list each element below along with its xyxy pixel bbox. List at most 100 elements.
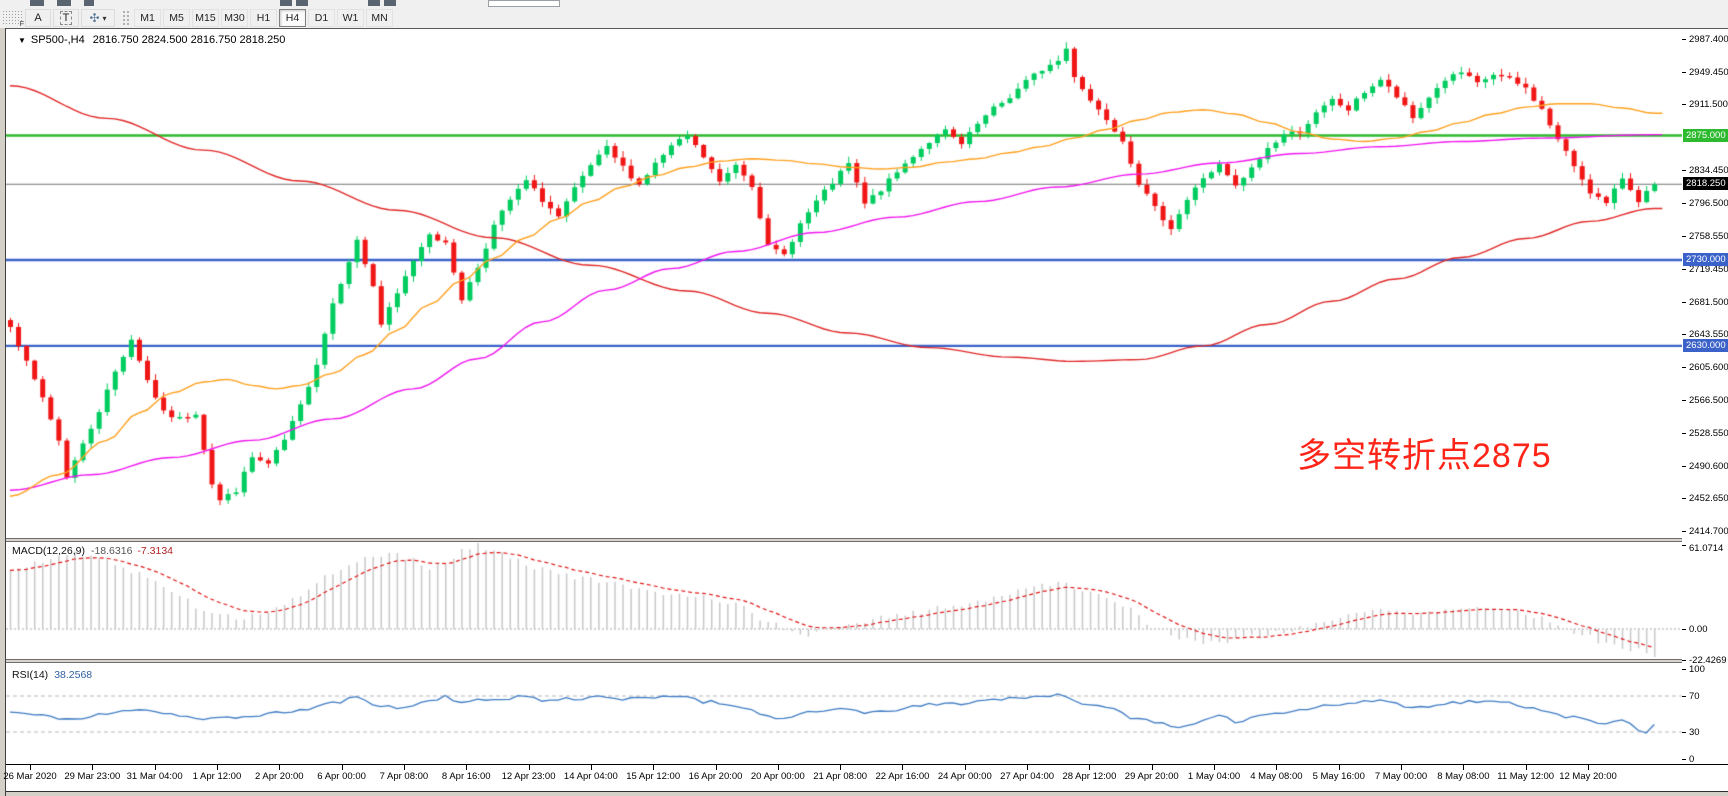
arrows-tool-button[interactable]: ✣ ▾: [81, 9, 115, 27]
axis-tick-label: 61.0714: [1689, 543, 1723, 554]
time-axis-line: [6, 764, 1728, 765]
axis-tick: [1682, 696, 1686, 697]
chart-toolbar: F A T ✣ ▾ M1M5M15M30H1H4D1W1MN: [0, 8, 1728, 28]
axis-tick: [1682, 759, 1686, 760]
timeframe-button-d1[interactable]: D1: [308, 9, 335, 27]
axis-tick: [1682, 236, 1686, 237]
timeframe-button-m1[interactable]: M1: [134, 9, 161, 27]
time-axis-tick: [1526, 765, 1527, 770]
time-axis-label: 2 Apr 20:00: [255, 771, 304, 782]
font-tool-button[interactable]: A: [25, 9, 51, 27]
clipped-icon: [368, 0, 380, 6]
time-axis-tick: [279, 765, 280, 770]
price-level-label: 2875.000: [1683, 129, 1728, 142]
time-axis-label: 5 May 16:00: [1313, 771, 1365, 782]
axis-tick-label: 2949.450: [1689, 67, 1728, 78]
time-axis-tick: [653, 765, 654, 770]
axis-tick: [1682, 104, 1686, 105]
time-axis-label: 27 Apr 04:00: [1000, 771, 1054, 782]
time-axis-tick: [1588, 765, 1589, 770]
timeframe-button-mn[interactable]: MN: [366, 9, 393, 27]
axis-tick: [1682, 203, 1686, 204]
price-level-label: 2730.000: [1683, 253, 1728, 266]
axis-tick-label: 2987.400: [1689, 34, 1728, 45]
time-axis-label: 7 Apr 08:00: [380, 771, 429, 782]
timeframe-button-m30[interactable]: M30: [221, 9, 248, 27]
trading-terminal-window: F A T ✣ ▾ M1M5M15M30H1H4D1W1MN ▼ SP500-,…: [0, 0, 1728, 796]
clipped-icon: [30, 0, 44, 6]
timeframe-button-group: M1M5M15M30H1H4D1W1MN: [133, 9, 394, 27]
time-axis-label: 7 May 00:00: [1375, 771, 1427, 782]
time-axis-label: 12 May 20:00: [1559, 771, 1617, 782]
time-axis-label: 11 May 12:00: [1497, 771, 1554, 782]
axis-tick: [1682, 732, 1686, 733]
axis-tick: [1682, 498, 1686, 499]
axis-tick-label: 2796.500: [1689, 198, 1728, 209]
axis-tick-label: 2911.500: [1689, 99, 1728, 110]
axis-tick-label: 2605.600: [1689, 362, 1728, 373]
time-axis-tick: [1089, 765, 1090, 770]
time-axis-tick: [965, 765, 966, 770]
time-axis-label: 29 Mar 23:00: [64, 771, 120, 782]
axis-tick-label: 100: [1689, 664, 1705, 675]
time-axis-tick: [1152, 765, 1153, 770]
text-label-tool-button[interactable]: T: [53, 9, 79, 27]
time-axis-tick: [1027, 765, 1028, 770]
time-axis-label: 14 Apr 04:00: [564, 771, 618, 782]
time-axis-tick: [342, 765, 343, 770]
clipped-icon: [296, 0, 308, 6]
axis-tick: [1682, 367, 1686, 368]
timeframe-button-w1[interactable]: W1: [337, 9, 364, 27]
chart-window: ▼ SP500-,H4 2816.750 2824.500 2816.750 2…: [6, 28, 1728, 796]
axis-tick-label: 2566.500: [1689, 395, 1728, 406]
pane-separator-rsi[interactable]: [6, 659, 1728, 663]
time-axis-label: 15 Apr 12:00: [626, 771, 680, 782]
pane-separator-macd[interactable]: [6, 538, 1728, 542]
time-axis-tick: [529, 765, 530, 770]
time-axis-tick: [1463, 765, 1464, 770]
price-level-label: 2630.000: [1683, 339, 1728, 352]
axis-tick: [1682, 334, 1686, 335]
axis-tick: [1682, 170, 1686, 171]
axis-tick-label: 2834.450: [1689, 165, 1728, 176]
axis-tick-label: 30: [1689, 727, 1700, 738]
time-axis-tick: [155, 765, 156, 770]
chart-title: ▼ SP500-,H4 2816.750 2824.500 2816.750 2…: [18, 34, 285, 46]
axis-tick-label: 70: [1689, 691, 1700, 702]
window-bottom-frame: [6, 792, 1728, 796]
timeframe-button-h4[interactable]: H4: [279, 9, 306, 27]
axis-tick-label: 2528.550: [1689, 428, 1728, 439]
axis-tick: [1682, 531, 1686, 532]
macd-signal-value: -7.3134: [137, 545, 173, 557]
timeframe-button-m15[interactable]: M15: [192, 9, 219, 27]
clipped-toolbar-row: [0, 0, 1728, 8]
time-axis-tick: [778, 765, 779, 770]
timeframe-button-h1[interactable]: H1: [250, 9, 277, 27]
text-label-icon: T: [60, 11, 73, 25]
price-axis-scale[interactable]: 2987.400 2949.450 2911.500 2834.450 2796.500…: [1682, 31, 1728, 764]
time-axis-label: 16 Apr 20:00: [689, 771, 743, 782]
clipped-icon: [384, 0, 396, 6]
time-axis-label: 20 Apr 00:00: [751, 771, 805, 782]
timeframe-button-m5[interactable]: M5: [163, 9, 190, 27]
time-axis-label: 28 Apr 12:00: [1062, 771, 1116, 782]
chart-text-annotation[interactable]: 多空转折点2875: [1297, 428, 1552, 477]
symbol-period-label: SP500-,H4: [31, 34, 85, 46]
time-axis-label: 21 Apr 08:00: [813, 771, 867, 782]
time-axis-label: 29 Apr 20:00: [1125, 771, 1179, 782]
time-axis-tick: [217, 765, 218, 770]
time-axis-tick: [716, 765, 717, 770]
time-axis-label: 31 Mar 04:00: [127, 771, 183, 782]
time-axis-tick: [591, 765, 592, 770]
toolbar-drag-handle[interactable]: F: [2, 10, 24, 26]
time-axis-label: 22 Apr 16:00: [876, 771, 930, 782]
clipped-dropdown: [488, 0, 560, 7]
axis-tick: [1682, 433, 1686, 434]
time-axis-label: 26 Mar 2020: [3, 771, 56, 782]
axis-tick: [1682, 660, 1686, 661]
axis-tick: [1682, 400, 1686, 401]
price-chart-canvas[interactable]: [6, 31, 1682, 764]
axis-tick: [1682, 72, 1686, 73]
collapse-icon[interactable]: ▼: [18, 36, 26, 45]
toolbar-separator-grip[interactable]: [122, 10, 130, 26]
